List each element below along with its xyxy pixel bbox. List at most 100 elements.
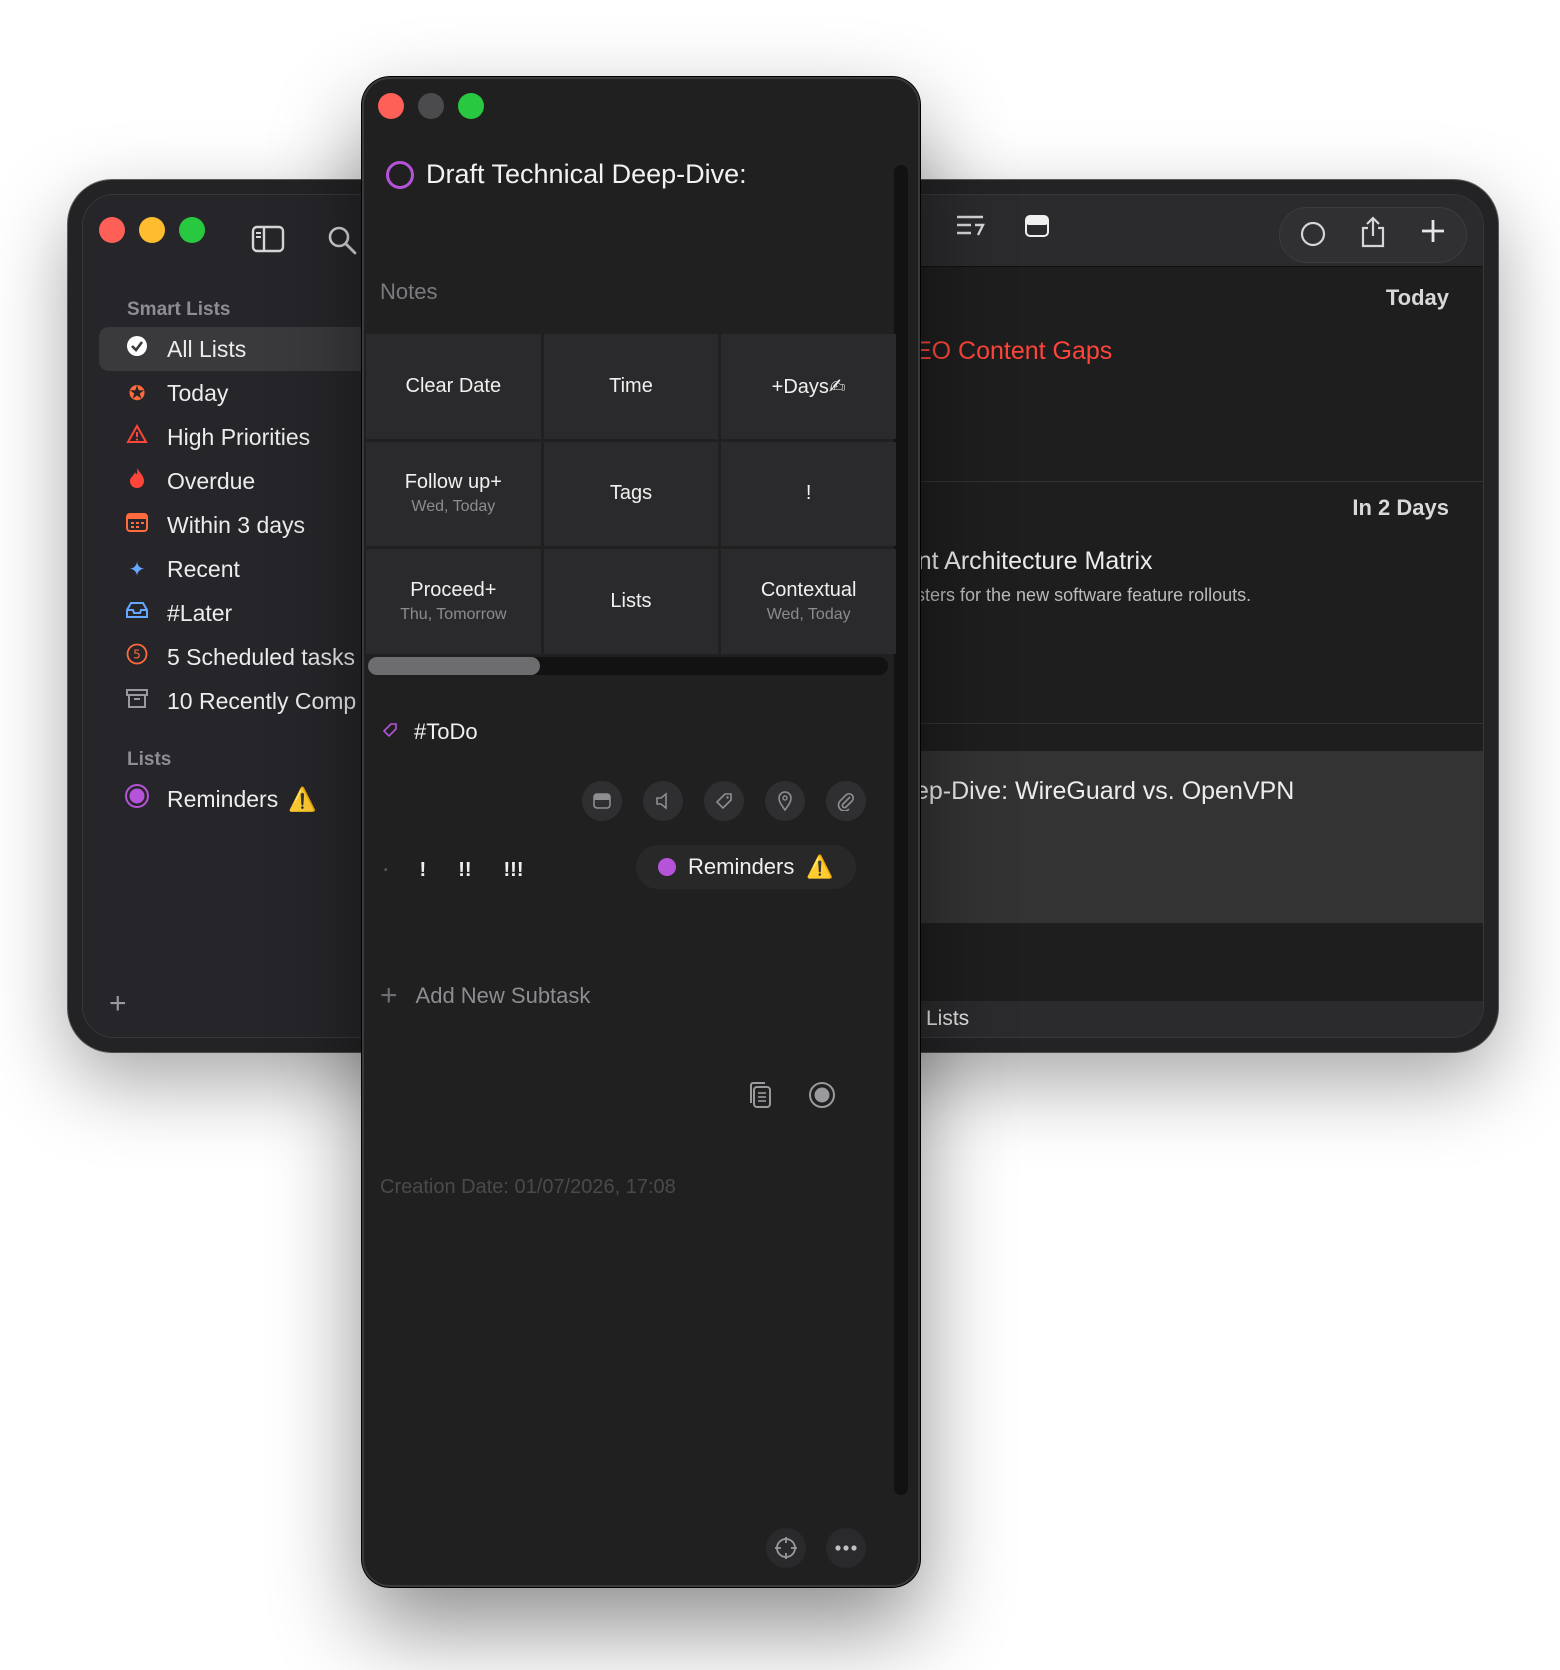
toolbar-actions-group xyxy=(1279,207,1467,263)
sidebar-item-high-priorities[interactable]: High Priorities xyxy=(99,415,399,459)
cell-sublabel: Wed, Today xyxy=(766,606,851,624)
warning-triangle-icon xyxy=(125,423,149,450)
attribute-icon-row xyxy=(582,781,866,821)
number-five-icon: 5 xyxy=(125,643,149,671)
warning-icon: ⚠️ xyxy=(288,785,317,812)
list-selector[interactable]: Reminders ⚠️ xyxy=(636,845,856,889)
location-pin-icon[interactable] xyxy=(765,781,805,821)
calendar-icon xyxy=(125,512,149,538)
priority-medium[interactable]: !! xyxy=(458,859,471,882)
paperclip-icon[interactable] xyxy=(826,781,866,821)
smart-lists-header: Smart Lists xyxy=(127,299,231,320)
cell-label: Proceed+ xyxy=(410,579,497,602)
tags-button[interactable]: Tags xyxy=(543,441,719,547)
follow-up-button[interactable]: Follow up+ Wed, Today xyxy=(366,441,541,547)
cell-label: +Days✍ xyxy=(771,375,846,398)
task-note: t clusters for the new software feature … xyxy=(883,585,1252,605)
sidebar-item-label: All Lists xyxy=(167,335,247,362)
sidebar-item-label: Reminders xyxy=(167,785,279,812)
sidebar-item-label: 10 Recently Comp xyxy=(167,687,357,714)
cell-label: Tags xyxy=(609,482,653,505)
zoom-button[interactable] xyxy=(458,93,484,119)
archive-box-icon xyxy=(125,688,149,714)
priority-high[interactable]: !!! xyxy=(504,859,524,882)
list-color-dot xyxy=(658,858,676,876)
tag-icon[interactable] xyxy=(704,781,744,821)
record-icon[interactable] xyxy=(808,1081,836,1116)
zoom-button[interactable] xyxy=(179,217,205,243)
sidebar-item-reminders[interactable]: Reminders ⚠️ xyxy=(99,777,399,821)
priority-selector: • ! !! !!! xyxy=(384,859,524,882)
vertical-scrollbar[interactable] xyxy=(894,165,908,1495)
speaker-icon[interactable] xyxy=(643,781,683,821)
sidebar-item-label: Recent xyxy=(167,555,240,582)
priority-none[interactable]: • xyxy=(384,865,388,876)
minimize-button[interactable] xyxy=(418,93,444,119)
sidebar-item-label: #Later xyxy=(167,599,233,626)
search-icon[interactable] xyxy=(327,225,357,262)
scrollbar-thumb[interactable] xyxy=(368,657,540,675)
sort-icon[interactable] xyxy=(955,213,987,244)
cell-sublabel: Thu, Tomorrow xyxy=(400,606,507,624)
warning-icon: ⚠️ xyxy=(806,854,834,879)
copy-icon[interactable] xyxy=(748,1081,772,1116)
svg-text:5: 5 xyxy=(133,648,141,662)
add-icon[interactable] xyxy=(1420,218,1446,251)
sidebar-item-all-lists[interactable]: All Lists xyxy=(99,327,399,371)
tag-row[interactable]: #ToDo xyxy=(382,719,478,745)
circle-icon[interactable] xyxy=(1300,221,1326,254)
cell-sublabel: Wed, Today xyxy=(411,498,496,516)
task-title[interactable]: Draft Technical Deep-Dive: xyxy=(426,159,747,190)
notes-field[interactable]: Notes xyxy=(380,279,437,305)
sidebar-item-scheduled[interactable]: 5 5 Scheduled tasks xyxy=(99,635,399,679)
flame-icon xyxy=(125,467,149,495)
sidebar-item-overdue[interactable]: Overdue xyxy=(99,459,399,503)
sidebar-item-recent[interactable]: ✦ Recent xyxy=(99,547,399,591)
plus-icon: + xyxy=(380,979,398,1012)
horizontal-scrollbar[interactable] xyxy=(368,657,888,675)
close-button[interactable] xyxy=(378,93,404,119)
date-options-grid: Clear Date Time +Days✍ Follow up+ Wed, To… xyxy=(366,334,896,654)
calendar-header-icon[interactable] xyxy=(1025,213,1049,244)
calendar-icon[interactable] xyxy=(582,781,622,821)
clear-date-button[interactable]: Clear Date xyxy=(366,334,541,439)
crosshair-icon[interactable] xyxy=(766,1528,806,1568)
tray-icon xyxy=(125,601,149,625)
list-circle-icon xyxy=(125,784,149,814)
share-icon[interactable] xyxy=(1360,216,1386,255)
add-subtask-button[interactable]: + Add New Subtask xyxy=(380,979,590,1013)
creation-date: Creation Date: 01/07/2026, 17:08 xyxy=(380,1176,676,1198)
lists-button[interactable]: Lists xyxy=(543,549,719,654)
cell-label: Contextual xyxy=(760,579,857,602)
list-name: Reminders xyxy=(688,854,795,879)
sidebar-item-recently-completed[interactable]: 10 Recently Comp xyxy=(99,679,399,723)
cell-label: Lists xyxy=(610,590,652,613)
sidebar-toggle-icon[interactable] xyxy=(251,225,285,260)
complete-checkbox[interactable] xyxy=(386,160,414,189)
task-title[interactable]: ntent Architecture Matrix xyxy=(883,547,1153,576)
sidebar-item-later[interactable]: #Later xyxy=(99,591,399,635)
sparkle-icon: ✦ xyxy=(128,558,146,581)
task-title[interactable]: Deep-Dive: WireGuard vs. OpenVPN xyxy=(883,777,1294,806)
more-options-icon[interactable] xyxy=(826,1528,866,1568)
close-button[interactable] xyxy=(99,217,125,243)
cell-label: Follow up+ xyxy=(404,471,502,494)
priority-button[interactable]: ! xyxy=(721,441,896,547)
task-title-row: Draft Technical Deep-Dive: xyxy=(386,159,747,190)
tag-icon xyxy=(382,722,398,743)
add-subtask-label: Add New Subtask xyxy=(415,983,591,1008)
tag-label: #ToDo xyxy=(414,719,478,744)
add-list-button[interactable]: + xyxy=(109,987,127,1021)
sidebar-item-label: Within 3 days xyxy=(167,511,306,538)
sidebar-item-within-3-days[interactable]: Within 3 days xyxy=(99,503,399,547)
plus-days-button[interactable]: +Days✍ xyxy=(721,334,896,439)
minimize-button[interactable] xyxy=(139,217,165,243)
contextual-button[interactable]: Contextual Wed, Today xyxy=(721,549,896,654)
priority-low[interactable]: ! xyxy=(420,859,427,882)
proceed-button[interactable]: Proceed+ Thu, Tomorrow xyxy=(366,549,541,654)
star-circle-icon: ✪ xyxy=(128,382,146,405)
window-controls xyxy=(99,217,205,243)
sidebar-item-today[interactable]: ✪ Today xyxy=(99,371,399,415)
time-button[interactable]: Time xyxy=(543,334,719,439)
cell-label: Time xyxy=(609,374,653,397)
